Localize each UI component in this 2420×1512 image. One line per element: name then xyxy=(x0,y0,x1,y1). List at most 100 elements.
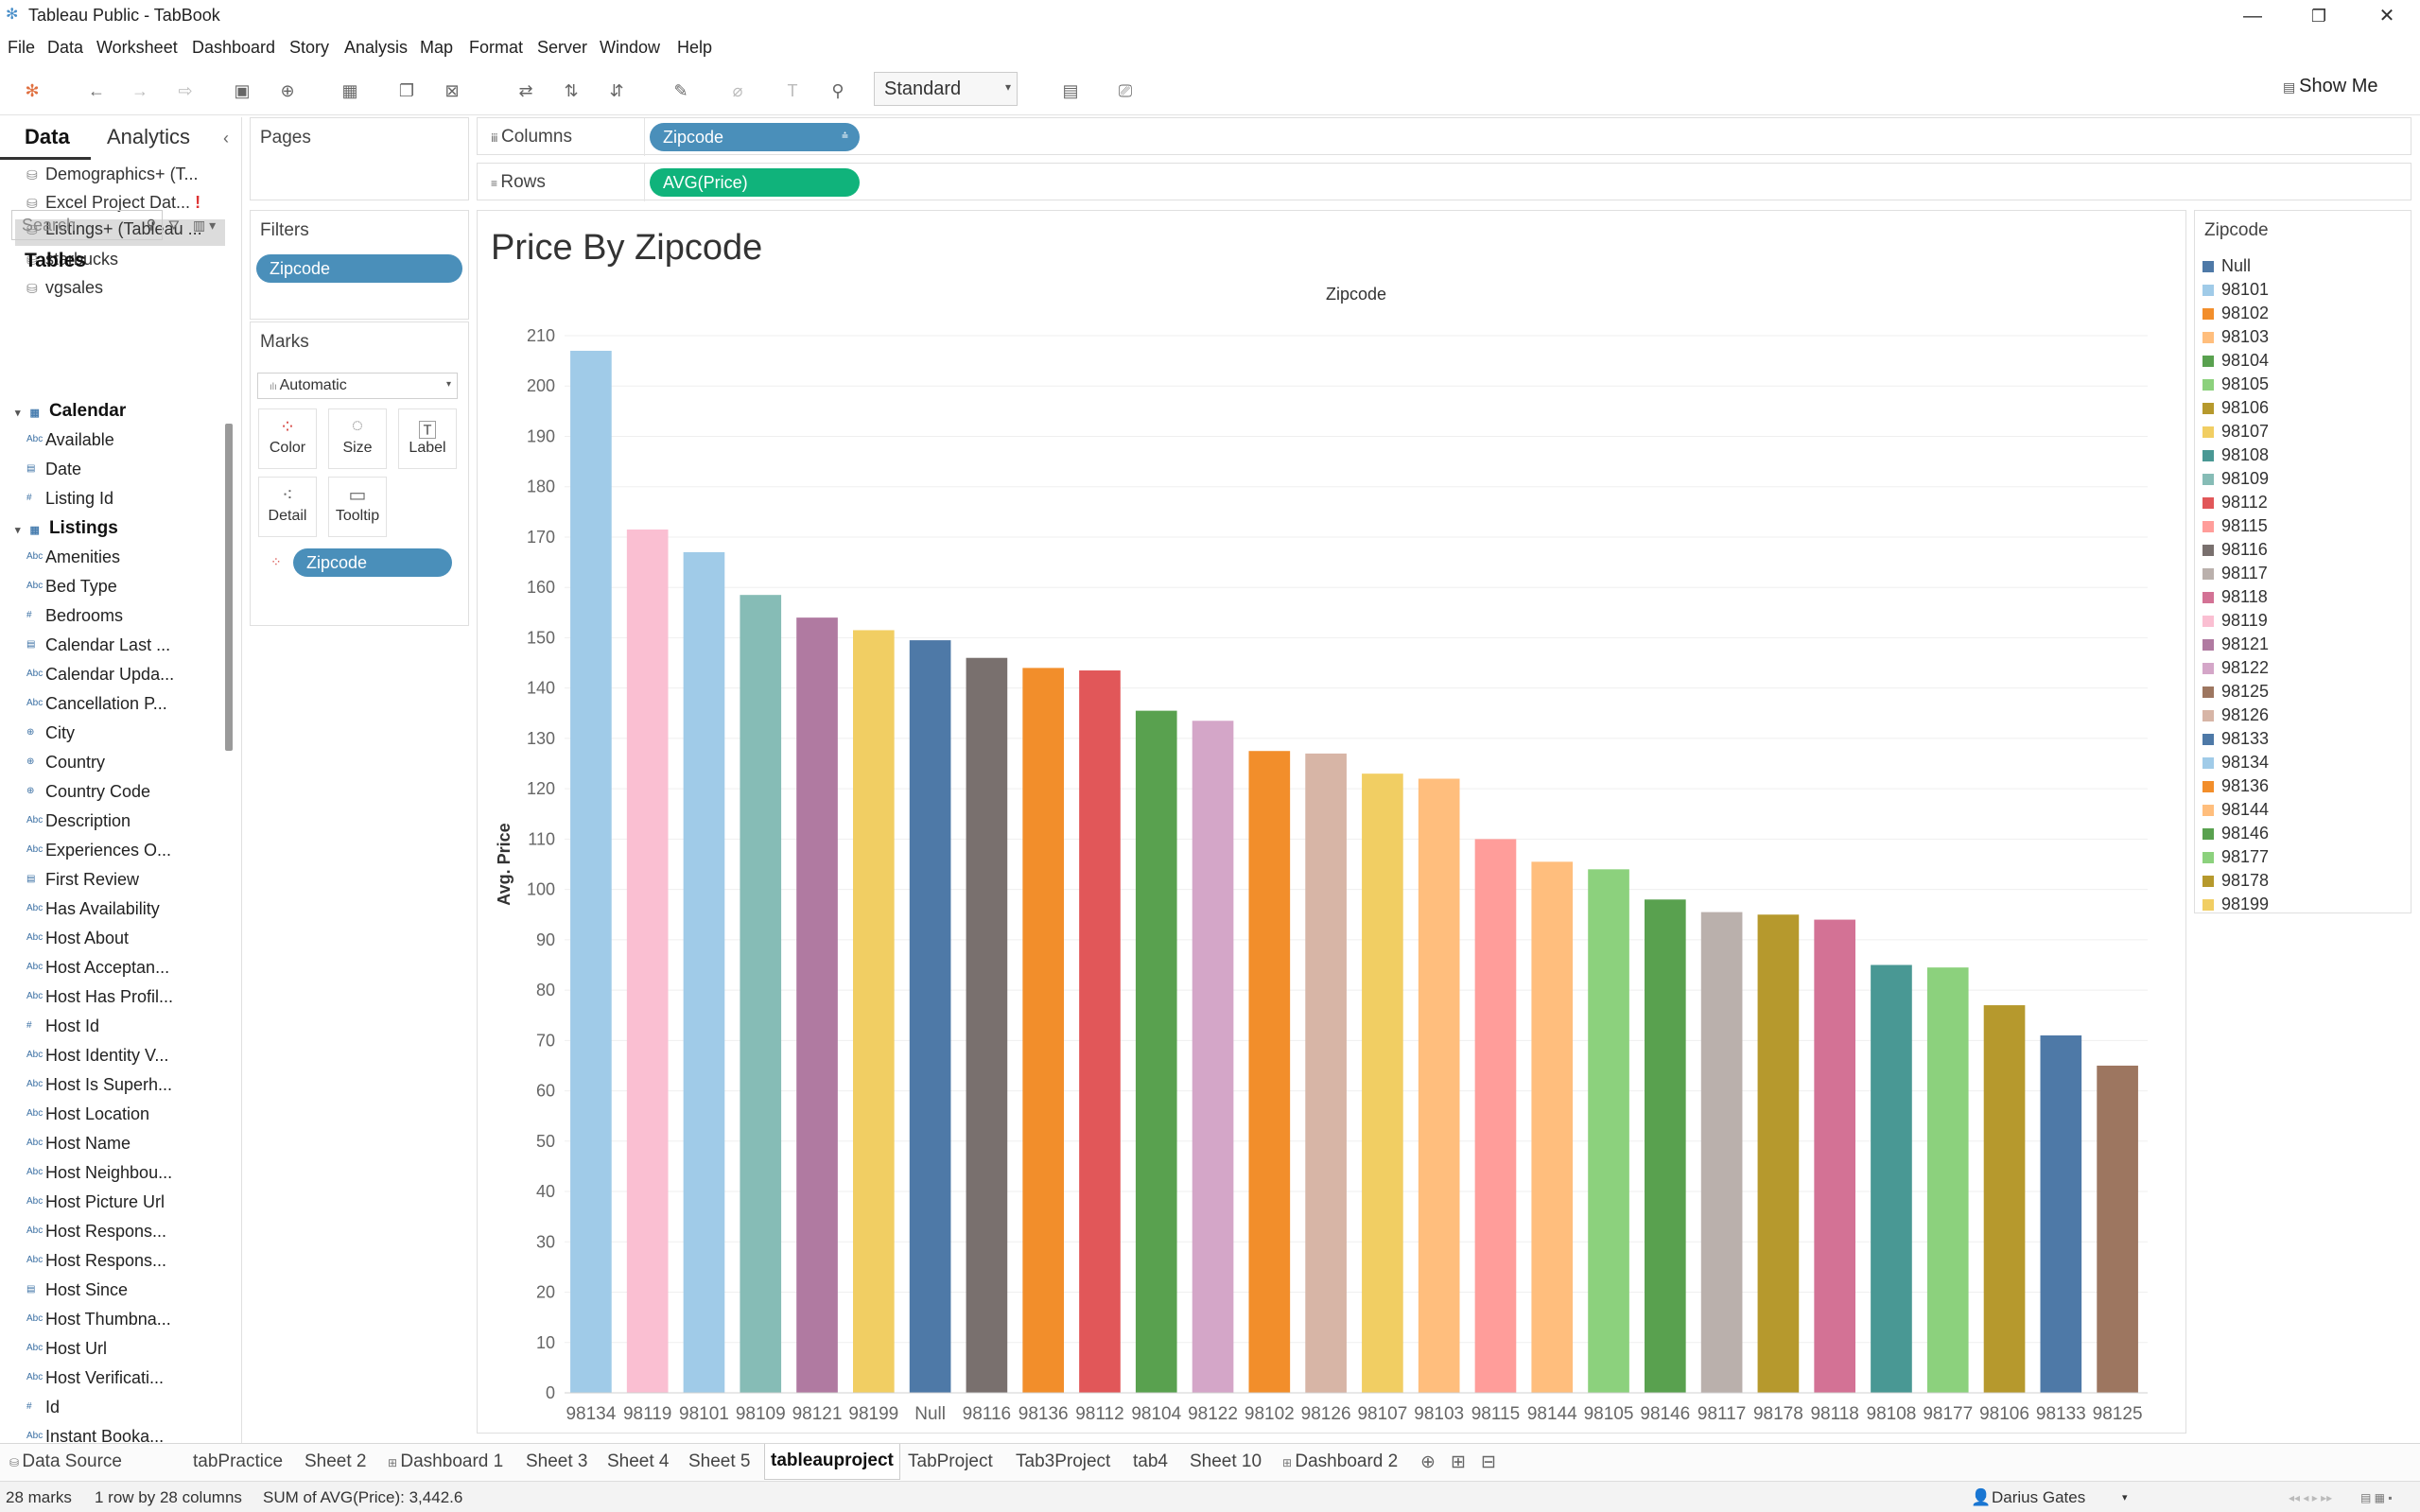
undo-icon[interactable]: ← xyxy=(85,79,108,102)
menu-story[interactable]: Story xyxy=(289,38,329,58)
chevron-down-icon[interactable]: ▾ xyxy=(15,408,21,419)
sheet-navigation-icon[interactable]: ◂◂ ◂ ▸ ▸▸ xyxy=(2289,1491,2332,1504)
field-item[interactable]: Abc Cancellation P... xyxy=(26,694,167,714)
field-item[interactable]: ▤ Calendar Last ... xyxy=(26,635,170,655)
menu-worksheet[interactable]: Worksheet xyxy=(96,38,178,58)
field-item[interactable]: # Host Id xyxy=(26,1017,99,1036)
legend-item[interactable]: 98118 xyxy=(2202,587,2268,607)
clear-sheet-icon[interactable]: ⊠ xyxy=(441,79,463,102)
bar-98125[interactable] xyxy=(2097,1065,2138,1393)
bar-98118[interactable] xyxy=(1814,919,1856,1393)
bar-98105[interactable] xyxy=(1588,869,1629,1393)
tab-sheet[interactable]: Sheet 4 xyxy=(607,1451,670,1472)
tab-dashboard[interactable]: ⊞ Dashboard 1 xyxy=(388,1451,503,1472)
swap-rows-columns-icon[interactable]: ⇄ xyxy=(514,79,537,102)
tab-dashboard[interactable]: ⊞ Dashboard 2 xyxy=(1282,1451,1398,1472)
field-item[interactable]: # Listing Id xyxy=(26,489,113,509)
legend-item[interactable]: 98103 xyxy=(2202,327,2269,347)
bar-98102[interactable] xyxy=(1248,751,1291,1393)
field-item[interactable]: Abc Host Acceptan... xyxy=(26,958,169,978)
field-item[interactable]: ▤ Date xyxy=(26,460,81,479)
legend-item[interactable]: 98122 xyxy=(2202,658,2269,678)
tab-sheet[interactable]: Sheet 10 xyxy=(1190,1451,1262,1472)
field-item[interactable]: Abc Host Identity V... xyxy=(26,1046,168,1066)
bar-98134[interactable] xyxy=(570,350,612,1393)
bar-98116[interactable] xyxy=(966,657,1008,1393)
tooltip-button[interactable]: ▭ Tooltip xyxy=(328,477,387,537)
menu-help[interactable]: Help xyxy=(677,38,712,58)
bar-98103[interactable] xyxy=(1418,778,1460,1393)
field-item[interactable]: Abc Description xyxy=(26,811,131,831)
bar-98178[interactable] xyxy=(1757,914,1800,1393)
new-worksheet-icon[interactable]: ▦ xyxy=(339,79,361,102)
new-data-source-icon[interactable]: ⊕ xyxy=(276,79,299,102)
field-item[interactable]: Abc Host Location xyxy=(26,1104,149,1124)
data-source-item[interactable]: ⛁ vgsales xyxy=(26,278,103,298)
highlight-icon[interactable]: ✎ xyxy=(670,79,692,102)
new-worksheet-icon[interactable]: ⊕ xyxy=(1420,1451,1436,1473)
legend-item[interactable]: 98126 xyxy=(2202,705,2269,725)
redo-icon[interactable]: → xyxy=(129,79,151,102)
bar-98115[interactable] xyxy=(1474,839,1517,1393)
legend-item[interactable]: 98107 xyxy=(2202,422,2269,442)
table-calendar[interactable]: ▾ ▦ Calendar xyxy=(15,401,126,422)
group-icon[interactable]: ⌀ xyxy=(726,79,749,102)
tab-analytics[interactable]: Analytics xyxy=(107,125,190,149)
tab-data[interactable]: Data xyxy=(25,125,70,149)
bar-98144[interactable] xyxy=(1531,861,1574,1393)
data-pane-scrollbar[interactable] xyxy=(225,424,233,751)
legend-item[interactable]: 98119 xyxy=(2202,611,2268,631)
tab-sheet[interactable]: Sheet 5 xyxy=(688,1451,751,1472)
legend-item[interactable]: 98115 xyxy=(2202,516,2268,536)
field-item[interactable]: # Bedrooms xyxy=(26,606,123,626)
show-me-button[interactable]: ▤ Show Me xyxy=(2283,76,2378,97)
bar-98106[interactable] xyxy=(1983,1005,2026,1393)
field-item[interactable]: Abc Host Neighbou... xyxy=(26,1163,172,1183)
replay-icon[interactable]: ⇨ xyxy=(174,79,197,102)
bar-98146[interactable] xyxy=(1644,899,1686,1393)
bar-98109[interactable] xyxy=(740,595,782,1393)
save-icon[interactable]: ▣ xyxy=(231,79,253,102)
bar-98126[interactable] xyxy=(1305,753,1347,1393)
legend-item[interactable]: 98117 xyxy=(2202,564,2268,583)
sort-ascending-icon[interactable]: ⇅ xyxy=(560,79,583,102)
tab-data-source[interactable]: ⛁ Data Source xyxy=(9,1451,122,1472)
close-button[interactable]: ✕ xyxy=(2359,2,2415,30)
legend-item[interactable]: 98136 xyxy=(2202,776,2269,796)
columns-pill-zipcode[interactable]: Zipcode ⩮ xyxy=(650,123,860,151)
duplicate-sheet-icon[interactable]: ❐ xyxy=(395,79,418,102)
field-item[interactable]: Abc Host Has Profil... xyxy=(26,987,173,1007)
field-item[interactable]: ⊕ Country Code xyxy=(26,782,150,802)
user-name[interactable]: Darius Gates xyxy=(1992,1488,2085,1507)
size-button[interactable]: ◌ Size xyxy=(328,408,387,469)
bar-98104[interactable] xyxy=(1135,710,1177,1393)
new-story-icon[interactable]: ⊟ xyxy=(1481,1451,1496,1473)
bar-98122[interactable] xyxy=(1192,721,1234,1393)
legend-item[interactable]: 98102 xyxy=(2202,304,2269,323)
field-item[interactable]: ⊕ Country xyxy=(26,753,105,773)
legend-item[interactable]: 98134 xyxy=(2202,753,2269,773)
field-item[interactable]: Abc Bed Type xyxy=(26,577,117,597)
bar-null[interactable] xyxy=(909,640,951,1393)
field-item[interactable]: Abc Host Url xyxy=(26,1339,107,1359)
tableau-icon[interactable]: ✻ xyxy=(21,79,44,102)
legend-item[interactable]: 98109 xyxy=(2202,469,2269,489)
bar-98117[interactable] xyxy=(1700,912,1743,1393)
columns-shelf[interactable]: ⅲ Columns Zipcode ⩮ xyxy=(477,117,2411,156)
bar-98177[interactable] xyxy=(1926,967,1969,1393)
sheet-sorter-icon[interactable]: ▤ ▦ ▪ xyxy=(2360,1491,2393,1504)
worksheet-view[interactable]: Price By Zipcode Zipcode 0 10 20 30 40 50 60 70 8… xyxy=(477,210,2186,1434)
bar-98108[interactable] xyxy=(1871,965,1912,1393)
tab-sheet[interactable]: Tab3Project xyxy=(1016,1451,1110,1472)
marks-pill-zipcode[interactable]: Zipcode xyxy=(293,548,452,577)
minimize-button[interactable]: — xyxy=(2224,2,2281,30)
detail-button[interactable]: ⁖ Detail xyxy=(258,477,317,537)
data-source-item[interactable]: ⛁ Demographics+ (T... xyxy=(26,165,199,184)
legend-item[interactable]: 98105 xyxy=(2202,374,2269,394)
rows-pill-avg-price[interactable]: AVG(Price) xyxy=(650,168,860,197)
legend-item[interactable]: 98125 xyxy=(2202,682,2269,702)
mark-type-select[interactable]: ılı Automatic ▾ xyxy=(257,373,458,399)
new-dashboard-icon[interactable]: ⊞ xyxy=(1451,1451,1466,1473)
filter-pill-zipcode[interactable]: Zipcode xyxy=(256,254,462,283)
field-item[interactable]: ⊕ City xyxy=(26,723,75,743)
